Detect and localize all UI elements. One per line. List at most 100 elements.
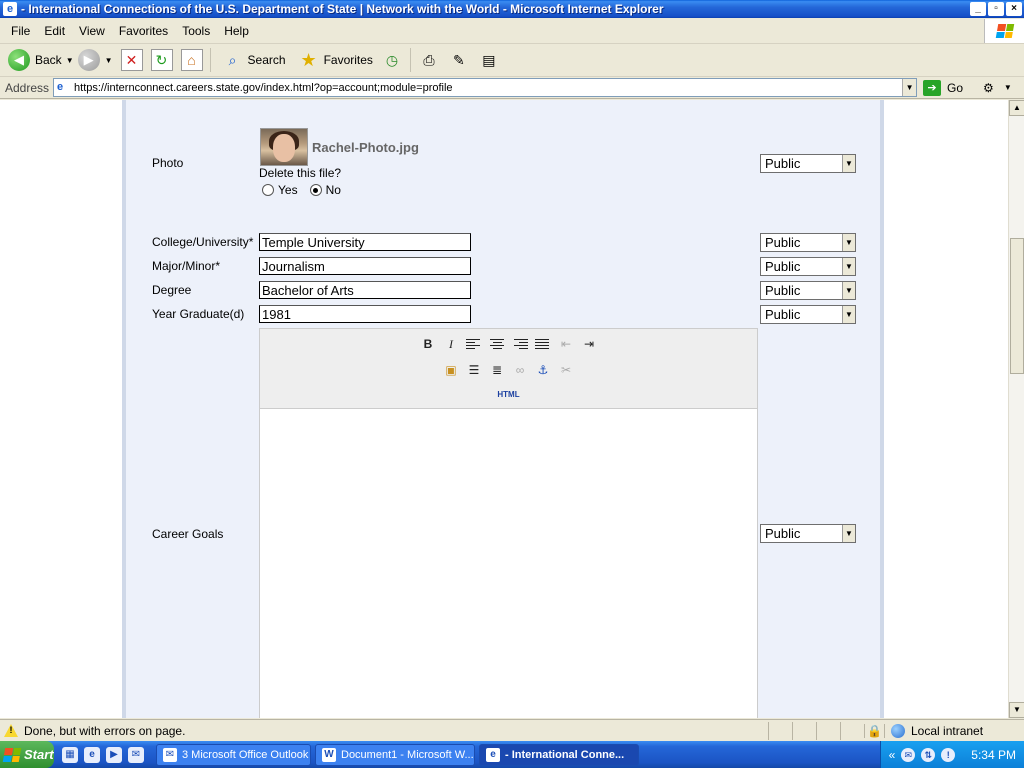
menu-view[interactable]: View — [72, 24, 112, 38]
college-input[interactable] — [259, 233, 471, 251]
menu-tools[interactable]: Tools — [175, 24, 217, 38]
favorites-button[interactable]: ★ Favorites — [290, 46, 377, 74]
photo-privacy-value: Public — [765, 156, 801, 171]
system-tray: « ✉ ⇅ ! 5:34 PM — [879, 741, 1024, 768]
links-button[interactable]: ⚙ ▼ — [983, 81, 1016, 95]
html-mode-button[interactable]: HTML — [497, 387, 521, 403]
warning-icon[interactable]: ! — [4, 724, 18, 737]
scroll-thumb[interactable] — [1010, 238, 1024, 374]
status-text: Done, but with errors on page. — [24, 723, 186, 738]
history-icon[interactable]: ◷ — [381, 49, 403, 71]
windows-logo — [984, 18, 1024, 43]
profile-photo[interactable] — [260, 128, 308, 166]
research-icon[interactable]: ▤ — [478, 49, 500, 71]
window-title: - International Connections of the U.S. … — [21, 2, 664, 16]
star-icon: ★ — [300, 49, 317, 70]
maximize-button[interactable]: ▫ — [988, 2, 1004, 16]
search-button[interactable]: ⌕ Search — [214, 46, 290, 74]
go-button[interactable]: ➔ Go — [923, 79, 963, 96]
outlook-icon: ✉ — [163, 747, 177, 762]
bold-button[interactable]: B — [420, 336, 436, 352]
profile-form: Photo Rachel-Photo.jpg Delete this file?… — [122, 100, 884, 718]
degree-label: Degree — [152, 283, 192, 297]
career-goals-privacy-value: Public — [765, 526, 801, 541]
vertical-scrollbar[interactable]: ▲ ▼ — [1008, 100, 1024, 718]
outdent-icon[interactable]: ⇤ — [558, 336, 574, 352]
menu-favorites[interactable]: Favorites — [112, 24, 175, 38]
address-input[interactable]: e https://internconnect.careers.state.go… — [53, 78, 918, 97]
stop-button[interactable]: ✕ — [120, 49, 143, 71]
delete-no-radio[interactable] — [309, 184, 322, 196]
year-input[interactable] — [259, 305, 471, 323]
editor-toolbar: B I ⇤ ⇥ ▣ ☰ ≣ ∞ ⚓ ✂ HTML — [260, 329, 757, 409]
photo-label: Photo — [152, 156, 184, 170]
menu-help[interactable]: Help — [217, 24, 256, 38]
print-icon[interactable]: ⎙ — [418, 49, 440, 71]
bullet-list-icon[interactable]: ☰ — [466, 362, 482, 378]
quick-launch: ▦ e ▶ ✉ — [62, 746, 144, 763]
degree-input[interactable] — [259, 281, 471, 299]
links-dropdown-icon: ▼ — [1003, 83, 1012, 92]
align-left-icon[interactable] — [466, 336, 482, 352]
show-desktop-icon[interactable]: ▦ — [62, 746, 78, 763]
menu-edit[interactable]: Edit — [37, 24, 72, 38]
align-right-icon[interactable] — [512, 336, 528, 352]
standard-toolbar: ◀ Back ▼ ▶ ▼ ✕ ↻ ⌂ ⌕ Search ★ Favorites … — [0, 44, 1024, 77]
network-tray-icon[interactable]: ⇅ — [921, 747, 936, 762]
career-goals-privacy-select[interactable]: Public ▼ — [760, 524, 856, 543]
unlink-icon[interactable]: ✂ — [558, 362, 574, 378]
photo-filename[interactable]: Rachel-Photo.jpg — [312, 140, 419, 155]
taskbar-item-outlook[interactable]: ✉ 3 Microsoft Office Outlook — [156, 743, 311, 766]
align-center-icon[interactable] — [489, 336, 505, 352]
minimize-button[interactable]: _ — [970, 2, 986, 16]
italic-button[interactable]: I — [443, 336, 459, 352]
address-dropdown-icon[interactable]: ▼ — [902, 79, 917, 96]
paste-word-icon[interactable]: ▣ — [443, 362, 459, 378]
home-button[interactable]: ⌂ — [180, 49, 203, 71]
forward-dropdown-icon[interactable]: ▼ — [105, 56, 113, 65]
career-goals-textarea[interactable] — [260, 409, 757, 718]
alert-tray-icon[interactable]: ! — [941, 747, 956, 762]
menu-file[interactable]: File — [4, 24, 37, 38]
year-privacy-select[interactable]: Public ▼ — [760, 305, 856, 324]
major-privacy-select[interactable]: Public ▼ — [760, 257, 856, 276]
delete-yes-radio[interactable] — [262, 184, 274, 196]
justify-icon[interactable] — [535, 336, 551, 352]
scroll-down-button[interactable]: ▼ — [1009, 702, 1024, 718]
major-privacy-value: Public — [765, 259, 801, 274]
forward-button[interactable]: ▶ — [77, 49, 100, 71]
outlook-icon[interactable]: ✉ — [128, 746, 144, 763]
taskbar-item-word[interactable]: W Document1 - Microsoft W... — [315, 743, 475, 766]
toolbar-separator — [209, 48, 211, 72]
back-button[interactable]: ◀ Back — [4, 46, 66, 74]
window-titlebar[interactable]: e - International Connections of the U.S… — [0, 0, 1024, 18]
numbered-list-icon[interactable]: ≣ — [489, 362, 505, 378]
year-label: Year Graduate(d) — [152, 307, 245, 321]
degree-privacy-select[interactable]: Public ▼ — [760, 281, 856, 300]
close-button[interactable]: × — [1006, 2, 1022, 16]
edit-icon[interactable]: ✎ — [448, 49, 470, 71]
delete-file-question: Delete this file? — [259, 166, 342, 180]
tray-expand-icon[interactable]: « — [889, 748, 896, 762]
college-label: College/University* — [152, 235, 254, 249]
clock[interactable]: 5:34 PM — [971, 748, 1016, 762]
refresh-button[interactable]: ↻ — [150, 49, 173, 71]
link-icon[interactable]: ∞ — [512, 362, 528, 378]
media-player-icon[interactable]: ▶ — [106, 746, 122, 763]
photo-privacy-select[interactable]: Public ▼ — [760, 154, 856, 173]
page-icon: e — [57, 80, 64, 93]
indent-icon[interactable]: ⇥ — [581, 336, 597, 352]
college-privacy-value: Public — [765, 235, 801, 250]
toolbar-separator — [409, 48, 411, 72]
college-privacy-select[interactable]: Public ▼ — [760, 233, 856, 252]
scroll-up-button[interactable]: ▲ — [1009, 100, 1024, 116]
taskbar-item-ie[interactable]: e - International Conne... — [479, 743, 639, 766]
major-input[interactable] — [259, 257, 471, 275]
menu-bar: File Edit View Favorites Tools Help — [0, 18, 1024, 44]
back-dropdown-icon[interactable]: ▼ — [66, 56, 74, 65]
outlook-tray-icon[interactable]: ✉ — [901, 747, 916, 762]
start-button[interactable]: Start — [0, 741, 54, 768]
anchor-icon[interactable]: ⚓ — [535, 362, 551, 378]
delete-yes-label: Yes — [278, 183, 298, 197]
internet-explorer-icon[interactable]: e — [84, 746, 100, 763]
